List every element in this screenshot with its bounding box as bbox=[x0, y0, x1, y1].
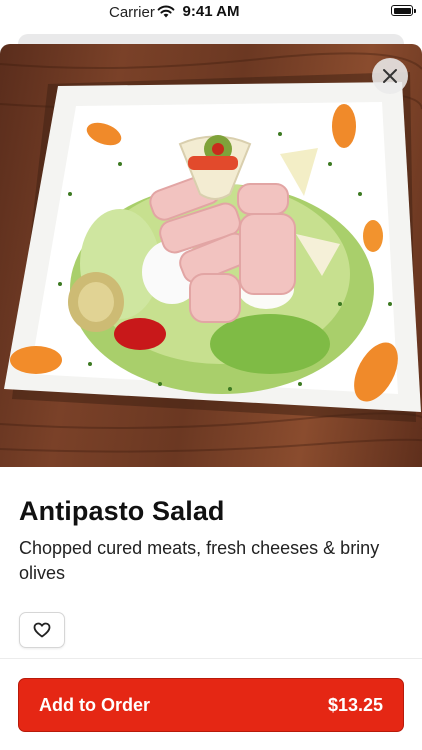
status-bar: Carrier 9:41 AM bbox=[0, 0, 422, 24]
add-to-order-button[interactable]: Add to Order $13.25 bbox=[18, 678, 404, 732]
add-to-order-label: Add to Order bbox=[39, 694, 150, 715]
heart-icon bbox=[33, 622, 51, 638]
divider bbox=[0, 658, 422, 659]
close-button[interactable] bbox=[372, 58, 408, 94]
item-title: Antipasto Salad bbox=[19, 496, 225, 526]
battery-icon bbox=[391, 5, 416, 16]
close-icon bbox=[383, 69, 397, 83]
item-detail-screen: Carrier 9:41 AM Antipasto Salad Chopped … bbox=[0, 0, 422, 750]
item-description: Chopped cured meats, fresh cheeses & bri… bbox=[19, 538, 380, 583]
item-price: $13.25 bbox=[327, 694, 383, 715]
item-sheet: Antipasto Salad Chopped cured meats, fre… bbox=[0, 44, 422, 750]
food-photo bbox=[0, 44, 422, 467]
favorite-button[interactable] bbox=[19, 612, 65, 648]
clock: 9:41 AM bbox=[182, 3, 240, 20]
